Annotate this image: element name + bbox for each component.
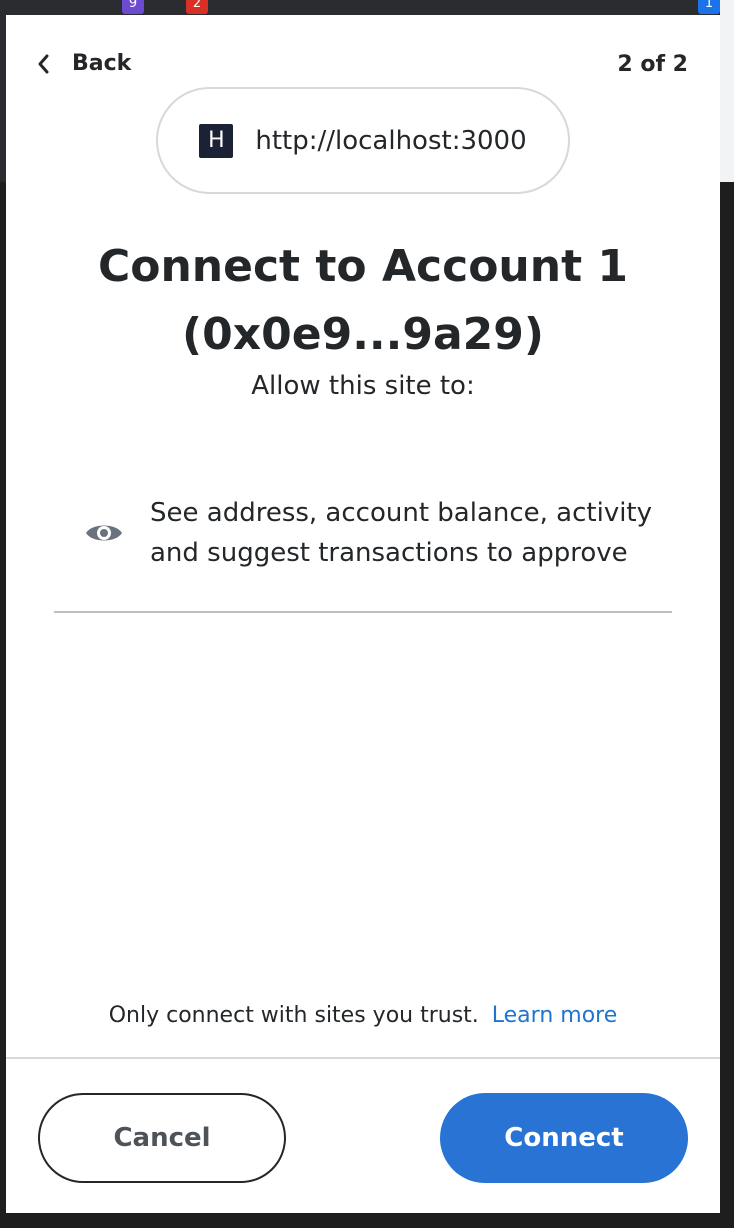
site-favicon: H [199,123,234,158]
site-origin-pill: H http://localhost:3000 [156,87,570,194]
back-label: Back [72,51,132,76]
extension-badge[interactable]: 2 [186,0,208,14]
permission-item: See address, account balance, activity a… [84,493,684,573]
permission-line: and suggest transactions to approve [150,538,628,568]
chevron-left-icon [38,54,49,73]
permission-line: See address, account balance, activity [150,498,653,528]
connect-popup: Back 2 of 2 H http://localhost:3000 Conn… [6,15,720,1213]
trust-notice: Only connect with sites you trust. Learn… [6,1003,720,1028]
learn-more-link[interactable]: Learn more [492,1003,617,1028]
permission-description: See address, account balance, activity a… [150,493,652,573]
page-edge [720,0,734,182]
page-title: Connect to Account 1 (0x0e9...9a29) [6,233,720,369]
divider [54,611,672,613]
extension-badge[interactable]: 9 [122,0,144,14]
popup-header: Back 2 of 2 [6,15,720,85]
site-url: http://localhost:3000 [255,125,527,156]
trust-text: Only connect with sites you trust. [108,1003,479,1028]
connect-button[interactable]: Connect [440,1093,688,1183]
permissions-subtitle: Allow this site to: [251,371,475,401]
page-counter: 2 of 2 [617,52,688,77]
footer-divider [6,1057,720,1059]
title-address: (0x0e9...9a29) [182,309,544,360]
eye-icon [86,525,122,541]
cancel-button[interactable]: Cancel [38,1093,286,1183]
extension-badge[interactable]: 1 [698,0,720,14]
back-button[interactable]: Back [36,51,131,76]
title-account: Connect to Account 1 [97,241,629,292]
